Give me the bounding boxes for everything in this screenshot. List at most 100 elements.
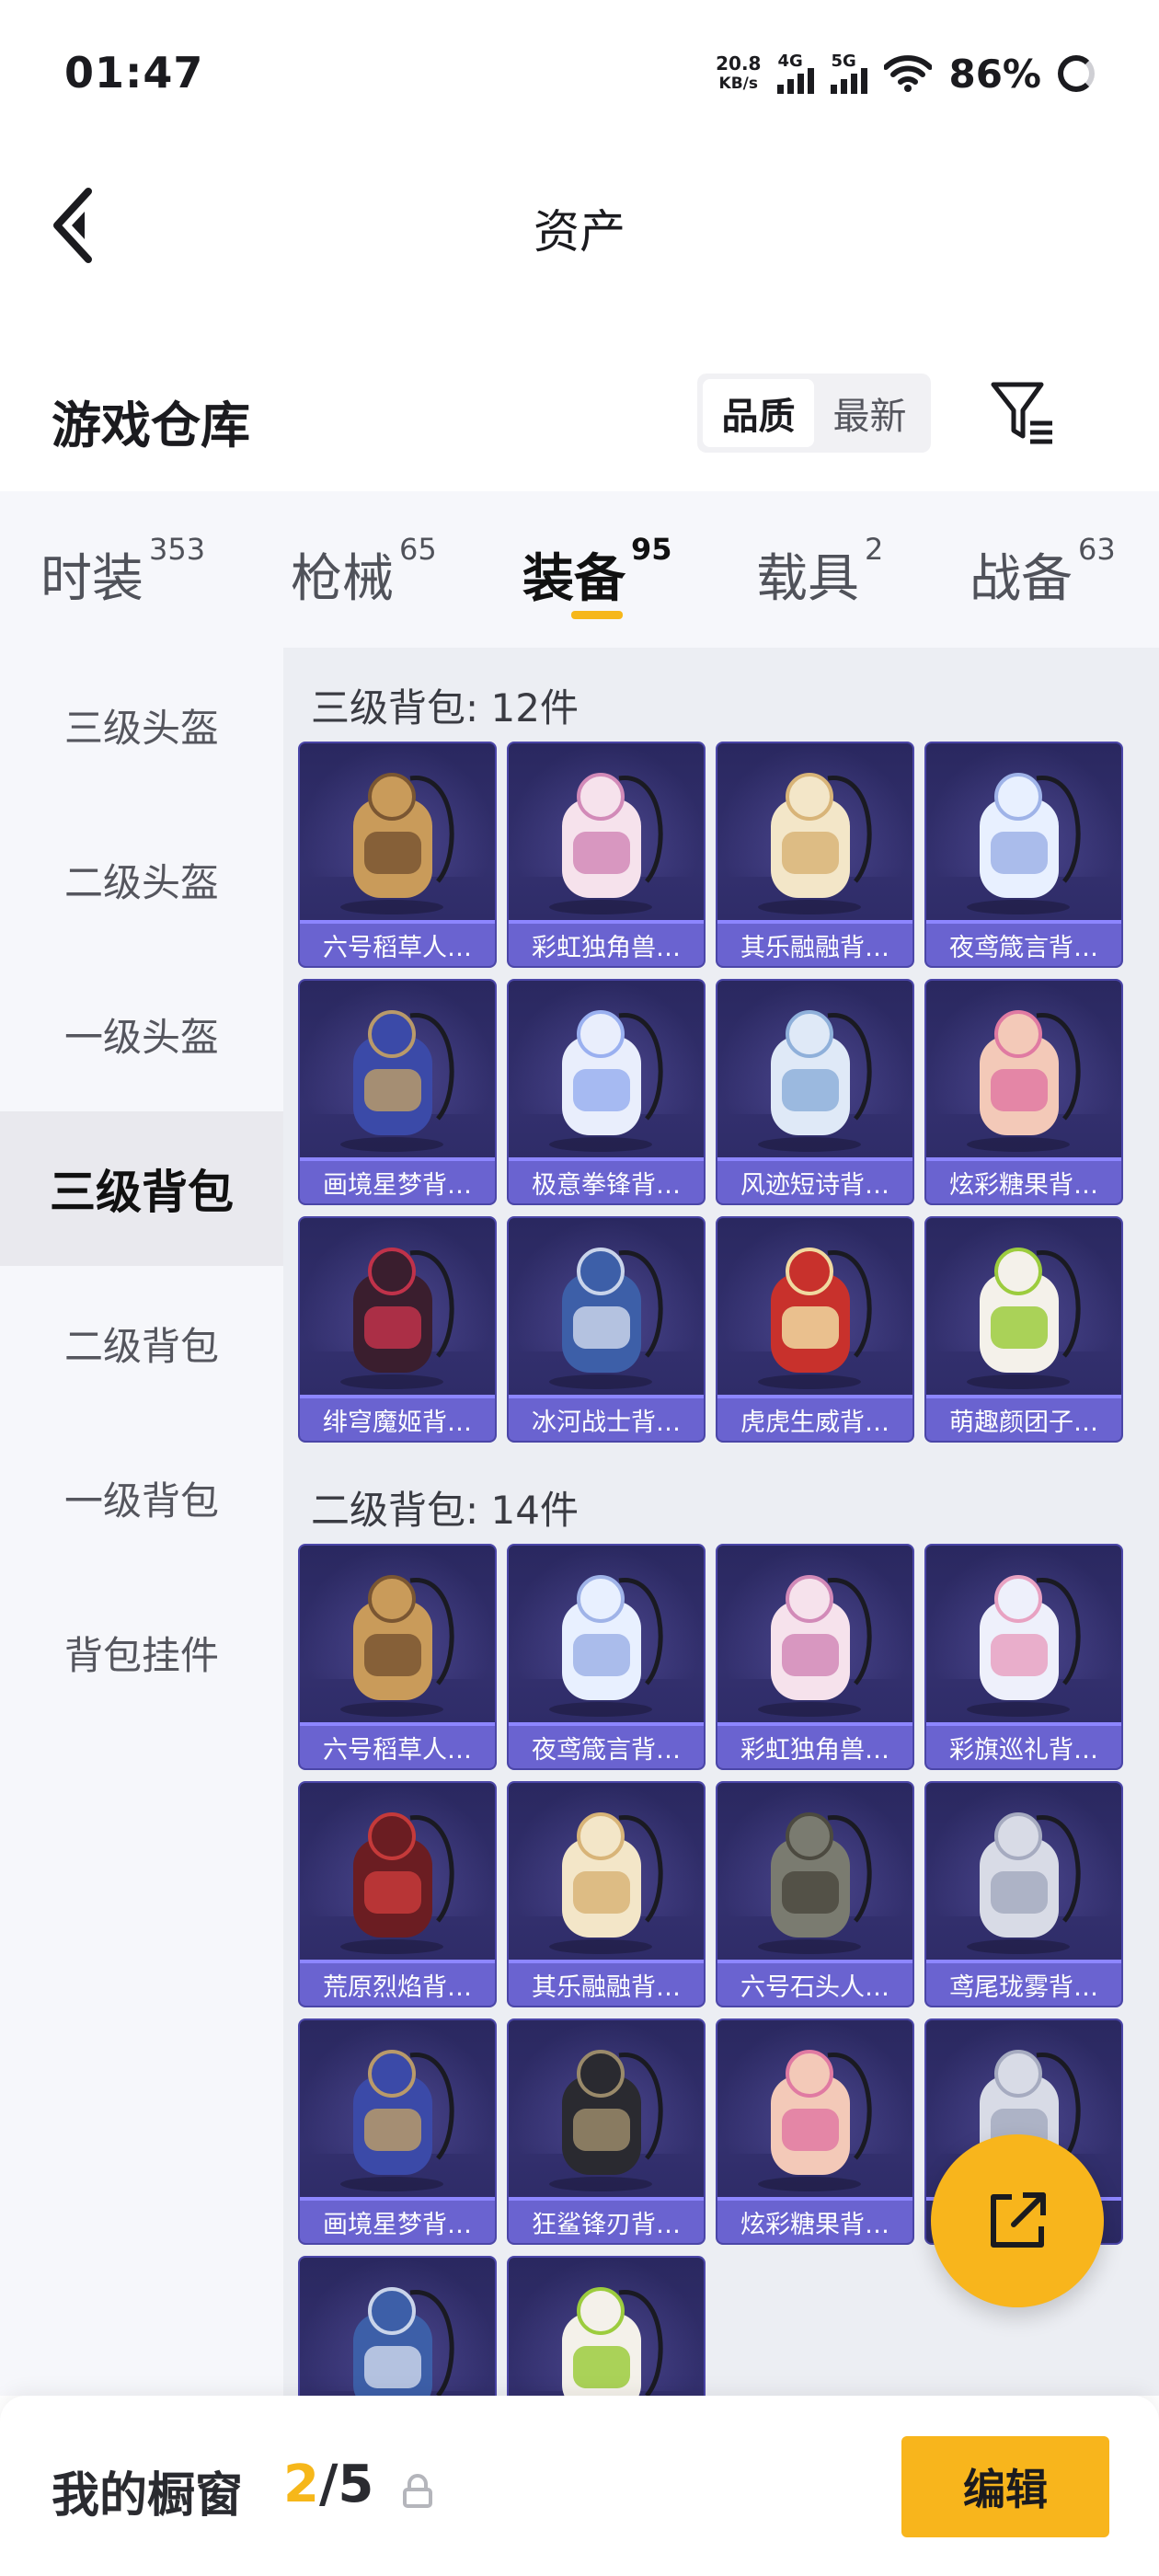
unicorn-backpack-icon xyxy=(758,1575,872,1717)
item-card[interactable]: 萌趣颜团子… xyxy=(924,1216,1123,1443)
item-name: 其乐融融背… xyxy=(717,924,912,966)
status-bar: 01:47 20.8 KB/s 4G 5G 86% xyxy=(0,0,1159,147)
tab-supplies[interactable]: 战备 63 xyxy=(970,532,1116,612)
tab-label: 时装 xyxy=(40,549,143,609)
item-card[interactable]: 彩虹独角兽… xyxy=(716,1544,914,1770)
item-name: 六号石头人… xyxy=(717,1963,912,2006)
tab-vehicles[interactable]: 载具 2 xyxy=(756,532,883,612)
item-name: 狂鲨锋刃背… xyxy=(509,2201,704,2243)
red-backpack-icon xyxy=(758,1248,872,1389)
showcase-current: 2 xyxy=(283,2455,319,2514)
item-card[interactable]: 六号稻草人… xyxy=(298,742,497,968)
tab-label: 战备 xyxy=(970,549,1073,609)
tab-label: 载具 xyxy=(756,549,859,609)
tab-active-indicator xyxy=(571,611,623,619)
section-title: 三级背包: 12件 xyxy=(311,685,579,730)
battery-icon xyxy=(1058,55,1095,92)
category-tabs: 时装 353 枪械 65 装备 95 载具 2 战备 63 xyxy=(0,491,1159,648)
share-button[interactable] xyxy=(931,2134,1104,2307)
item-card[interactable]: 六号稻草人… xyxy=(298,1544,497,1770)
scarecrow-backpack-icon xyxy=(340,773,454,914)
item-card[interactable]: 其乐融融背… xyxy=(716,742,914,968)
item-card[interactable]: 画境星梦背… xyxy=(298,979,497,1205)
tab-fashion[interactable]: 时装 353 xyxy=(40,532,205,612)
item-card[interactable]: 夜鸢箴言背… xyxy=(924,742,1123,968)
sidebar-item-lv2-helmet[interactable]: 二级头盔 xyxy=(0,802,283,957)
signal-5g-label: 5G xyxy=(831,52,856,71)
tab-guns[interactable]: 枪械 65 xyxy=(291,532,437,612)
jellyfish-backpack-icon xyxy=(549,1575,663,1717)
tab-count: 2 xyxy=(865,532,884,567)
item-card[interactable]: 极意拳锋背… xyxy=(507,979,706,1205)
item-card[interactable]: 炫彩糖果背… xyxy=(924,979,1123,1205)
page-title: 资产 xyxy=(534,205,625,259)
warehouse-title: 游戏仓库 xyxy=(52,397,250,454)
blue-backpack-icon xyxy=(353,2287,454,2396)
tab-count: 65 xyxy=(399,532,437,567)
stone-backpack-icon xyxy=(758,1812,872,1954)
item-card[interactable]: 其乐融融背… xyxy=(507,1781,706,2007)
item-card[interactable]: 荒原烈焰背… xyxy=(298,1781,497,2007)
tab-count: 353 xyxy=(149,532,206,567)
sidebar-item-lv1-helmet[interactable]: 一级头盔 xyxy=(0,957,283,1111)
donut-backpack-icon xyxy=(967,1010,1081,1152)
jellyfish-backpack-icon xyxy=(967,773,1081,914)
item-card[interactable]: 鸢尾珑雾背… xyxy=(924,1781,1123,2007)
item-card[interactable] xyxy=(298,2256,497,2396)
sidebar-item-lv3-helmet[interactable]: 三级头盔 xyxy=(0,648,283,802)
tab-count: 63 xyxy=(1078,532,1116,567)
share-icon xyxy=(991,2192,1046,2248)
item-name: 六号稻草人… xyxy=(300,924,495,966)
sidebar-item-backpack-charm[interactable]: 背包挂件 xyxy=(0,1575,283,1730)
box-backpack-icon xyxy=(758,1010,872,1152)
tab-label: 装备 xyxy=(522,549,625,609)
item-card[interactable]: 画境星梦背… xyxy=(298,2018,497,2245)
item-card[interactable]: 绯穹魔姬背… xyxy=(298,1216,497,1443)
item-name: 六号稻草人… xyxy=(300,1726,495,1768)
item-card[interactable]: 彩旗巡礼背… xyxy=(924,1544,1123,1770)
scarecrow-backpack-icon xyxy=(340,1575,454,1717)
item-card[interactable]: 狂鲨锋刃背… xyxy=(507,2018,706,2245)
signal-5g-icon: 5G xyxy=(831,52,868,94)
item-card[interactable]: 夜鸢箴言背… xyxy=(507,1544,706,1770)
dumpling-backpack-icon xyxy=(562,2287,663,2396)
wifi-icon xyxy=(884,55,933,92)
sort-quality-button[interactable]: 品质 xyxy=(703,379,814,447)
item-name: 荒原烈焰背… xyxy=(300,1963,495,2006)
item-grid-area: 三级背包: 12件 二级背包: 14件 六号稻草人… 彩虹独角兽… 其乐融融背… 夜鸢… xyxy=(283,648,1159,2396)
sidebar-item-lv1-backpack[interactable]: 一级背包 xyxy=(0,1420,283,1575)
item-card[interactable] xyxy=(507,2256,706,2396)
signal-4g-label: 4G xyxy=(777,52,803,71)
item-name: 鸢尾珑雾背… xyxy=(926,1963,1121,2006)
donut-backpack-icon xyxy=(758,2050,872,2191)
item-card[interactable]: 风迹短诗背… xyxy=(716,979,914,1205)
net-speed-value: 20.8 xyxy=(716,52,762,75)
item-name: 冰河战士背… xyxy=(509,1398,704,1441)
item-name: 炫彩糖果背… xyxy=(717,2201,912,2243)
flame-backpack-icon xyxy=(340,1812,454,1954)
showcase-separator: / xyxy=(318,2455,339,2514)
item-card[interactable]: 炫彩糖果背… xyxy=(716,2018,914,2245)
item-name: 画境星梦背… xyxy=(300,1161,495,1203)
sidebar-item-lv2-backpack[interactable]: 二级背包 xyxy=(0,1266,283,1420)
bow-backpack-icon xyxy=(967,1575,1081,1717)
item-name: 炫彩糖果背… xyxy=(926,1161,1121,1203)
edit-button[interactable]: 编辑 xyxy=(901,2436,1109,2537)
net-speed: 20.8 KB/s xyxy=(716,53,761,94)
sort-newest-button[interactable]: 最新 xyxy=(814,379,925,447)
item-card[interactable]: 彩虹独角兽… xyxy=(507,742,706,968)
lock-icon xyxy=(403,2474,432,2508)
item-name: 画境星梦背… xyxy=(300,2201,495,2243)
item-card[interactable]: 冰河战士背… xyxy=(507,1216,706,1443)
unicorn-backpack-icon xyxy=(549,773,663,914)
item-card[interactable]: 虎虎生威背… xyxy=(716,1216,914,1443)
app-header: 资产 xyxy=(0,147,1159,304)
item-name: 夜鸢箴言背… xyxy=(926,924,1121,966)
tab-equipment[interactable]: 装备 95 xyxy=(522,532,672,612)
mirror-backpack-icon xyxy=(340,1010,454,1152)
item-name: 夜鸢箴言背… xyxy=(509,1726,704,1768)
tab-count: 95 xyxy=(631,532,672,567)
item-card[interactable]: 六号石头人… xyxy=(716,1781,914,2007)
sidebar-item-lv3-backpack[interactable]: 三级背包 xyxy=(0,1111,283,1266)
filter-icon[interactable] xyxy=(988,377,1058,451)
